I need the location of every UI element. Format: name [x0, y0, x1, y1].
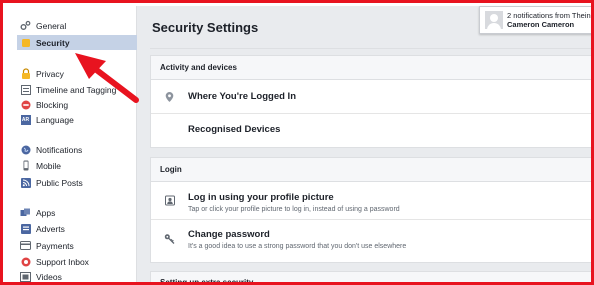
key-icon [164, 234, 175, 245]
title-divider [150, 48, 591, 49]
notification-text: 2 notifications from Thein Cameron Camer… [507, 11, 591, 29]
sidebar-item-support-inbox[interactable]: Support Inbox [6, 254, 137, 269]
payments-icon [20, 240, 31, 251]
row-description: Tap or click your profile picture to log… [188, 206, 400, 213]
mobile-icon [20, 160, 31, 171]
timeline-icon [20, 84, 31, 95]
sidebar-item-timeline-and-tagging[interactable]: Timeline and Tagging [6, 82, 137, 97]
section-activity-and-devices: Activity and devices Where You're Logged… [150, 55, 591, 148]
setting-row-profile-picture-login[interactable]: Log in using your profile picture Tap or… [151, 182, 591, 220]
sidebar-item-label: Notifications [36, 144, 83, 155]
sidebar-item-label: Apps [36, 207, 56, 218]
sidebar-item-label: General [36, 20, 67, 31]
notification-line-2: Cameron Cameron [507, 20, 575, 29]
lifebuoy-icon [20, 256, 31, 267]
sidebar-item-label: Public Posts [36, 177, 83, 188]
sidebar-item-label: Support Inbox [36, 256, 89, 267]
language-badge: AR [20, 114, 31, 125]
video-icon [20, 271, 31, 282]
blocking-icon [20, 99, 31, 110]
sidebar-item-security[interactable]: Security [17, 35, 137, 50]
sidebar-item-public-posts[interactable]: Public Posts [6, 175, 137, 190]
row-title: Recognised Devices [188, 124, 281, 135]
sidebar-item-mobile[interactable]: Mobile [6, 158, 137, 173]
row-title: Log in using your profile picture [188, 192, 334, 203]
setting-row-change-password[interactable]: Change password It's a good idea to use … [151, 220, 591, 258]
sidebar-item-label: Timeline and Tagging [36, 84, 117, 95]
sidebar-item-label: Videos [36, 271, 62, 282]
setting-row-where-logged-in[interactable]: Where You're Logged In [151, 80, 591, 114]
screenshot-frame: General Security Privacy Timeline and Ta… [0, 0, 594, 285]
sidebar-item-apps[interactable]: Apps [6, 205, 137, 220]
section-header: Login [151, 158, 591, 182]
sidebar-item-notifications[interactable]: Notifications [6, 142, 137, 157]
sidebar-item-language[interactable]: AR Language [6, 112, 137, 127]
notification-toast[interactable]: 2 notifications from Thein Cameron Camer… [479, 6, 591, 34]
row-description: It's a good idea to use a strong passwor… [188, 243, 407, 250]
settings-sidebar: General Security Privacy Timeline and Ta… [6, 6, 137, 282]
globe-icon [20, 144, 31, 155]
section-login: Login Log in using your profile picture … [150, 157, 591, 263]
location-pin-icon [164, 91, 175, 102]
sidebar-item-label: Security [36, 37, 70, 48]
sidebar-item-blocking[interactable]: Blocking [6, 97, 137, 112]
apps-icon [20, 207, 31, 218]
sidebar-item-label: Payments [36, 240, 74, 251]
section-header: Activity and devices [151, 56, 591, 80]
sidebar-item-payments[interactable]: Payments [6, 238, 137, 253]
sidebar-item-label: Language [36, 114, 74, 125]
adverts-icon [20, 223, 31, 234]
sidebar-item-videos[interactable]: Videos [6, 269, 137, 282]
notification-line-1: 2 notifications from Thein [507, 11, 591, 20]
sidebar-item-label: Blocking [36, 99, 69, 110]
profile-picture-icon [164, 195, 175, 206]
main-content: Security Settings Activity and devices W… [137, 6, 591, 282]
rss-icon [20, 177, 31, 188]
section-extra-security: Setting up extra security [150, 271, 591, 282]
language-icon: AR [20, 114, 31, 125]
sidebar-item-general[interactable]: General [6, 18, 137, 33]
gear-icon [20, 20, 31, 31]
sidebar-item-label: Privacy [36, 68, 64, 79]
row-title: Where You're Logged In [188, 91, 296, 102]
section-header: Setting up extra security [151, 272, 591, 282]
sidebar-item-adverts[interactable]: Adverts [6, 221, 137, 236]
lock-icon [20, 68, 31, 79]
sidebar-item-privacy[interactable]: Privacy [6, 66, 137, 81]
shield-icon [20, 37, 31, 48]
avatar [485, 11, 503, 29]
sidebar-item-label: Adverts [36, 223, 65, 234]
page-title: Security Settings [152, 20, 259, 35]
setting-row-recognised-devices[interactable]: Recognised Devices [151, 114, 591, 147]
row-title: Change password [188, 229, 270, 240]
sidebar-item-label: Mobile [36, 160, 62, 171]
